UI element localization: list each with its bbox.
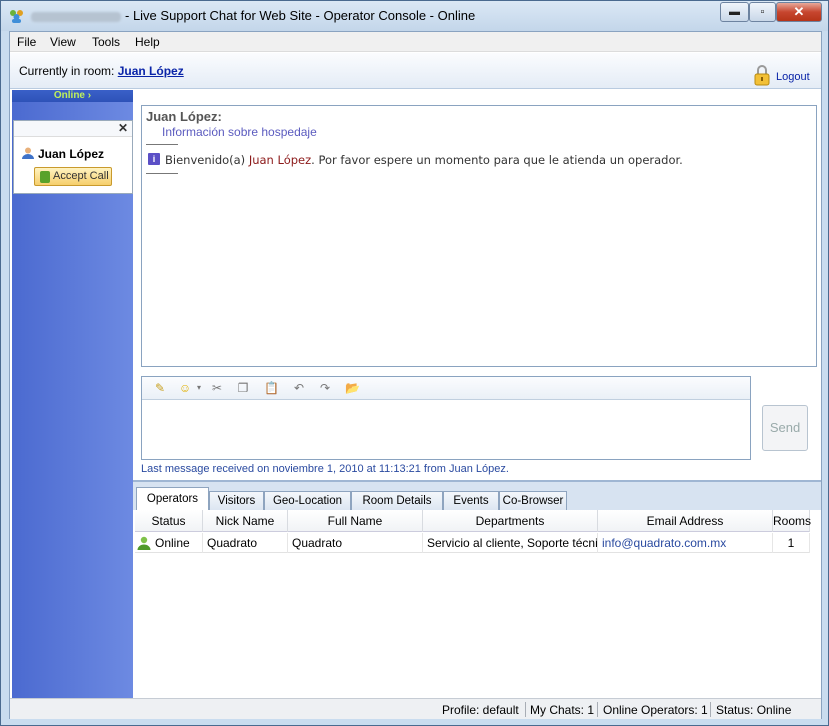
room-bar: Currently in room: Juan López Logout	[10, 53, 821, 89]
accept-call-button[interactable]: Accept Call	[34, 167, 112, 186]
profile-status: Profile: default	[442, 703, 519, 717]
menu-tools[interactable]: Tools	[92, 35, 120, 49]
tab-co-browser[interactable]: Co-Browser	[499, 491, 567, 511]
menu-view[interactable]: View	[50, 35, 76, 49]
column-header[interactable]: Departments	[423, 510, 598, 532]
divider	[146, 144, 178, 145]
column-header[interactable]: Full Name	[288, 510, 423, 532]
menu-help[interactable]: Help	[135, 35, 160, 49]
close-icon[interactable]: ✕	[118, 121, 128, 135]
message-composer: ✎ ☺ ▾ ✂ ❐ 📋 ↶ ↷ 📂	[141, 376, 751, 460]
send-button[interactable]: Send	[762, 405, 808, 451]
composer-toolbar: ✎ ☺ ▾ ✂ ❐ 📋 ↶ ↷ 📂	[142, 377, 750, 400]
message-sender: Juan López:	[146, 109, 222, 124]
online-header[interactable]: Online ›	[12, 90, 133, 102]
cut-icon[interactable]: ✂	[210, 381, 224, 395]
blurred-site-name	[31, 11, 121, 22]
lock-icon	[754, 65, 770, 86]
chevron-down-icon[interactable]: ▾	[192, 381, 206, 395]
menu-bar: File View Tools Help	[10, 32, 821, 52]
status-bar: Profile: default My Chats: 1 Online Oper…	[10, 698, 821, 719]
application-window: - Live Support Chat for Web Site - Opera…	[0, 0, 829, 726]
my-chats-status: My Chats: 1	[530, 703, 595, 717]
column-header[interactable]: Rooms	[773, 510, 811, 532]
tab-geo-location[interactable]: Geo-Location	[264, 491, 351, 511]
copy-icon[interactable]: ❐	[236, 381, 250, 395]
column-header[interactable]: Email Address	[598, 510, 773, 532]
app-users-icon	[10, 10, 23, 23]
visitor-name: Juan López	[38, 147, 105, 161]
connection-status: Status: Online	[716, 703, 792, 717]
user-icon	[22, 147, 34, 159]
room-link[interactable]: Juan López	[118, 64, 184, 78]
incoming-call-box: ✕ Juan López Accept Call	[13, 120, 133, 194]
column-header[interactable]: Nick Name	[203, 510, 288, 532]
divider	[146, 173, 178, 174]
close-button[interactable]: ✕	[776, 2, 822, 22]
info-icon: i	[148, 153, 160, 165]
window-title: - Live Support Chat for Web Site - Opera…	[31, 8, 475, 23]
minimize-button[interactable]: ▬	[720, 2, 749, 22]
system-message: Bienvenido(a) Juan López. Por favor espe…	[165, 153, 683, 167]
title-bar: - Live Support Chat for Web Site - Opera…	[1, 1, 828, 31]
emoticon-icon[interactable]: ☺	[178, 381, 192, 395]
paste-icon[interactable]: 📋	[264, 381, 279, 395]
current-room: Currently in room: Juan López	[19, 64, 184, 78]
email-link[interactable]: info@quadrato.com.mx	[598, 533, 773, 553]
table-header: Status Nick Name Full Name Departments E…	[135, 510, 811, 532]
online-operators-status: Online Operators: 1	[603, 703, 708, 717]
tab-operators[interactable]: Operators	[136, 487, 209, 512]
canned-response-icon[interactable]: ✎	[153, 381, 167, 395]
table-row[interactable]: Online Quadrato Quadrato Servicio al cli…	[135, 533, 810, 553]
undo-icon[interactable]: ↶	[292, 381, 306, 395]
tab-events[interactable]: Events	[443, 491, 499, 511]
client-area: File View Tools Help Currently in room: …	[9, 31, 822, 719]
message-text: Información sobre hospedaje	[162, 125, 317, 139]
last-message-status: Last message received on noviembre 1, 20…	[141, 463, 509, 475]
operators-table: Status Nick Name Full Name Departments E…	[135, 510, 811, 698]
operator-online-icon	[137, 536, 151, 550]
sidebar: Online › ✕ Juan López Accept Call	[12, 90, 133, 698]
column-header[interactable]: Status	[135, 510, 203, 532]
phone-icon	[40, 171, 50, 183]
chat-transcript[interactable]: Juan López: Información sobre hospedaje …	[141, 105, 817, 367]
redo-icon[interactable]: ↷	[318, 381, 332, 395]
send-file-icon[interactable]: 📂	[345, 381, 360, 395]
bottom-tabs: Operators Visitors Geo-Location Room Det…	[133, 480, 821, 512]
menu-file[interactable]: File	[17, 35, 36, 49]
tab-visitors[interactable]: Visitors	[209, 491, 264, 511]
logout-button[interactable]: Logout	[754, 64, 820, 88]
maximize-button[interactable]: ▫	[749, 2, 776, 22]
tab-room-details[interactable]: Room Details	[351, 491, 443, 511]
